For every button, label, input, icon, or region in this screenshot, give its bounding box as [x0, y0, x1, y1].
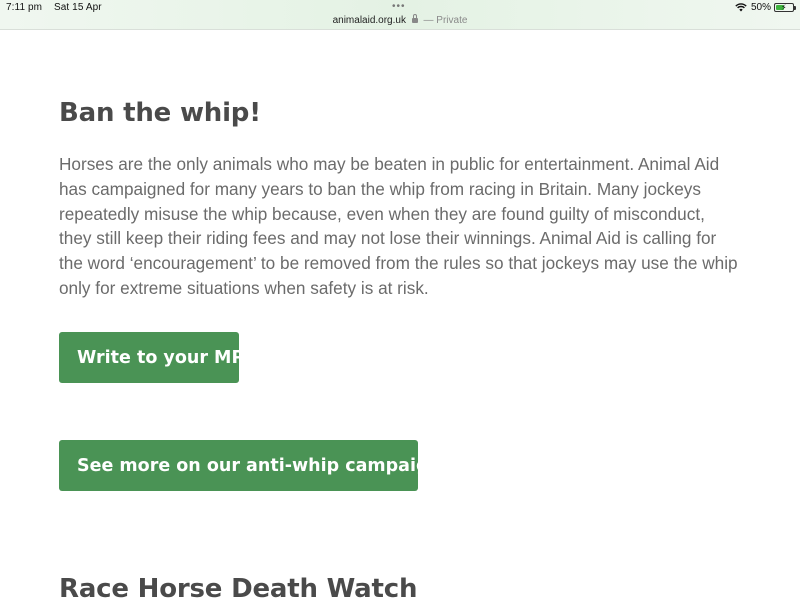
battery-charging-icon: ⚡: [774, 3, 796, 12]
battery-percent: 50%: [750, 2, 771, 13]
url-domain: animalaid.org.uk: [332, 15, 406, 26]
status-indicators: 50% ⚡: [735, 2, 796, 13]
anti-whip-campaign-button[interactable]: See more on our anti-whip campaign: [59, 440, 441, 491]
status-time-date: 7:11 pm Sat 15 Apr: [6, 2, 111, 13]
private-label: — Private: [423, 15, 468, 26]
status-time: 7:11 pm: [6, 2, 43, 13]
wifi-icon: [735, 3, 747, 12]
lock-icon: [411, 14, 418, 23]
campaign-description: Horses are the only animals who may be b…: [59, 154, 738, 298]
status-date: Sat 15 Apr: [53, 2, 102, 13]
more-dots-icon[interactable]: •••: [392, 2, 406, 12]
section-title-death-watch: Race Horse Death Watch: [59, 574, 418, 600]
address-bar[interactable]: animalaid.org.uk — Private: [0, 14, 800, 26]
charging-bolt-icon: ⚡: [781, 3, 787, 12]
write-to-mp-button[interactable]: Write to your MP: [59, 332, 244, 383]
browser-status-bar: 7:11 pm Sat 15 Apr ••• animalaid.org.uk …: [0, 0, 800, 30]
page-title: Ban the whip!: [59, 98, 261, 128]
